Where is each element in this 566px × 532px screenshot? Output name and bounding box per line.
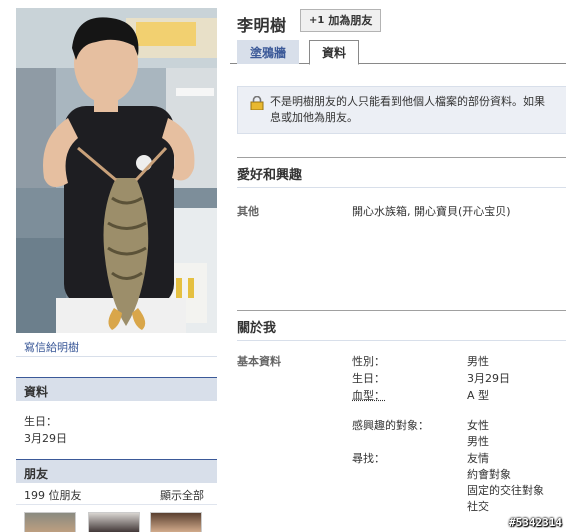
- add-friend-button[interactable]: +1 加為朋友: [300, 9, 381, 32]
- tab-wall[interactable]: 塗鴉牆: [237, 40, 299, 64]
- info-birthday-label: 生日：: [24, 413, 57, 429]
- friend-thumbnail[interactable]: [88, 512, 140, 532]
- birthday-label: 生日：: [352, 370, 385, 386]
- divider: [16, 504, 217, 505]
- tab-info[interactable]: 資料: [309, 40, 359, 65]
- birthday-value: 3月29日: [467, 370, 510, 386]
- hobbies-other-label: 其他: [237, 203, 259, 219]
- divider: [16, 356, 217, 357]
- profile-name: 李明樹: [237, 12, 287, 36]
- notice-text: 不是明樹朋友的人只能看到他個人檔案的部份資料。如果 息或加他為朋友。: [270, 94, 566, 133]
- sex-label: 性別：: [352, 353, 385, 369]
- friend-thumbnail[interactable]: [24, 512, 76, 532]
- hobbies-title: 愛好和興趣: [237, 164, 302, 183]
- write-message-link[interactable]: 寫信給明樹: [24, 339, 79, 355]
- friends-box-title: 朋友: [16, 459, 217, 483]
- looking-for-value: 社交: [467, 498, 489, 514]
- looking-for-value: 固定的交往對象: [467, 482, 544, 498]
- looking-for-value: 友情: [467, 450, 489, 466]
- notice-line: 息或加他為朋友。: [270, 110, 566, 126]
- sex-value: 男性: [467, 353, 489, 369]
- interested-in-value: 女性: [467, 417, 489, 433]
- blood-type-label: 血型：: [352, 387, 385, 403]
- friend-thumbnail[interactable]: [150, 512, 202, 532]
- about-title: 關於我: [237, 317, 276, 336]
- looking-for-value: 約會對象: [467, 466, 511, 482]
- notice-line: 不是明樹朋友的人只能看到他個人檔案的部份資料。如果: [270, 94, 566, 110]
- profile-photo[interactable]: [16, 8, 217, 333]
- section-rule: [237, 310, 566, 311]
- add-friend-icon: +1: [309, 10, 324, 31]
- looking-for-label: 尋找：: [352, 450, 385, 466]
- lock-icon: [250, 96, 264, 110]
- hobbies-other-value: 開心水族箱, 開心寶貝(开心宝贝): [352, 203, 511, 219]
- interested-in-value: 男性: [467, 433, 489, 449]
- add-friend-label: 加為朋友: [328, 10, 372, 31]
- info-box-title: 資料: [16, 377, 217, 401]
- basic-info-label: 基本資料: [237, 353, 281, 369]
- section-rule: [237, 340, 566, 341]
- info-birthday-value: 3月29日: [24, 430, 67, 446]
- privacy-notice: 不是明樹朋友的人只能看到他個人檔案的部份資料。如果 息或加他為朋友。: [237, 86, 566, 134]
- section-rule: [237, 157, 566, 158]
- left-column: 寫信給明樹 資料 生日： 3月29日 朋友 199 位朋友 顯示全部: [0, 0, 230, 532]
- watermark: #5342314: [509, 516, 562, 529]
- blood-type-value: A 型: [467, 387, 489, 403]
- friends-count: 199 位朋友: [24, 487, 82, 503]
- section-rule: [237, 187, 566, 188]
- show-all-friends-link[interactable]: 顯示全部: [160, 487, 204, 503]
- interested-in-label: 感興趣的對象：: [352, 417, 429, 433]
